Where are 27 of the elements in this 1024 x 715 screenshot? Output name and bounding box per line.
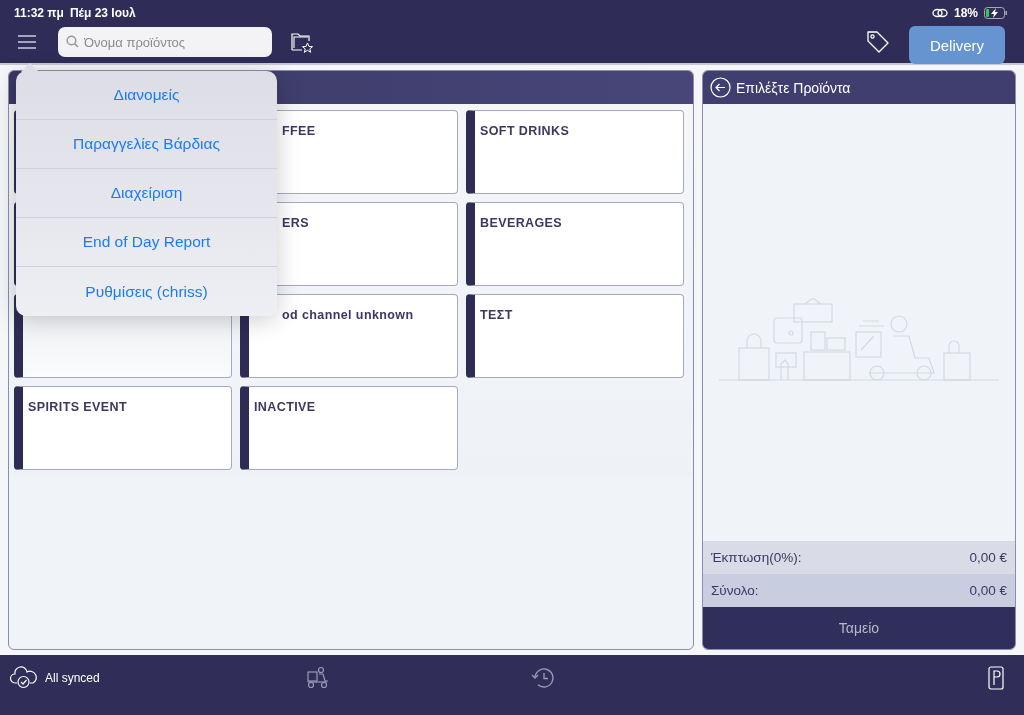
battery-icon (984, 7, 1008, 19)
category-tile[interactable]: ΤΕΣΤ (466, 294, 684, 378)
status-time: 11:32 πμ (14, 6, 64, 20)
summary-value: 0,00 € (969, 550, 1007, 565)
battery-percent: 18% (953, 6, 978, 20)
summary-label: Σύνολο: (711, 583, 759, 598)
category-tile[interactable]: od channel unknown (240, 294, 458, 378)
history-icon[interactable] (529, 666, 556, 690)
summary-label: Έκπτωση(0%): (711, 550, 802, 565)
category-tile[interactable]: BEVERAGES (466, 202, 684, 286)
category-tile[interactable]: SOFT DRINKS (466, 110, 684, 194)
category-tile[interactable]: INACTIVE (240, 386, 458, 470)
search-icon (66, 35, 79, 48)
parking-icon[interactable] (988, 666, 1004, 690)
sync-status: All synced (45, 671, 100, 685)
cloud-sync-icon (10, 666, 38, 690)
summary-value: 0,00 € (969, 583, 1007, 598)
search-field[interactable]: Όνομα προϊόντος (58, 27, 272, 57)
panel-title: Επιλέξτε Προϊόντα (736, 79, 851, 96)
link-icon (931, 8, 948, 18)
favorites-folder-button[interactable] (290, 30, 314, 54)
status-date: Πέμ 23 Ιουλ (69, 6, 136, 20)
category-tile[interactable]: SPIRITS EVENT (14, 386, 232, 470)
back-icon[interactable] (710, 77, 731, 98)
checkout-button[interactable]: Ταμείο (703, 607, 1015, 649)
menu-icon[interactable] (17, 35, 37, 49)
tag-button[interactable] (865, 29, 891, 55)
